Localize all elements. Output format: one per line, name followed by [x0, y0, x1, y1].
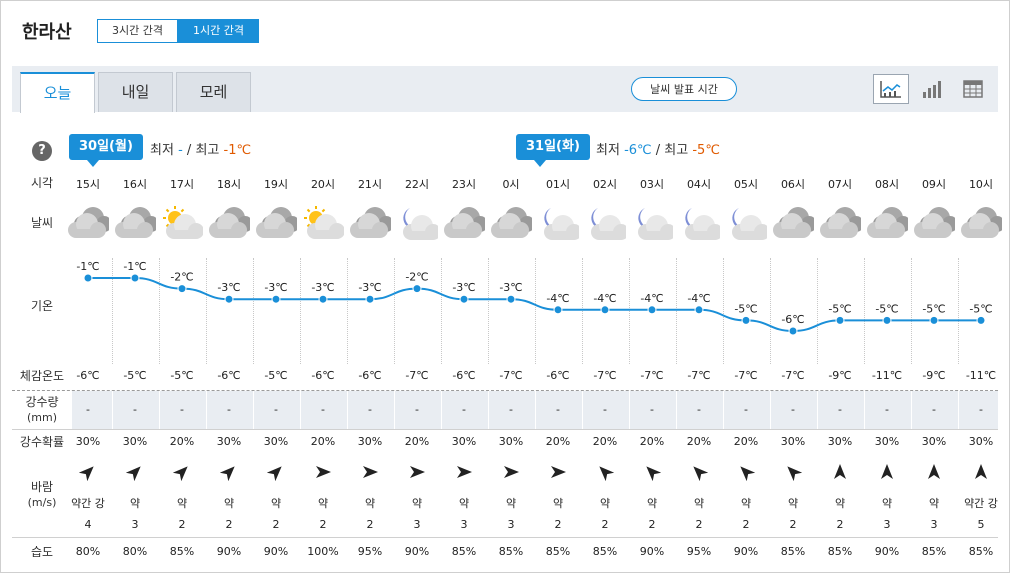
temperature-label: -3℃	[311, 281, 334, 294]
temperature-line-chart: -1℃ -1℃ -2℃ -3℃ -3℃ -3℃ -3℃ -2℃ -3℃ -3℃ -4℃ -4℃ -4℃ -…	[76, 260, 993, 336]
temperature-point	[412, 284, 422, 294]
temperature-label: -3℃	[452, 281, 475, 294]
temperature-label: -5℃	[828, 302, 851, 315]
temperature-label: -3℃	[499, 281, 522, 294]
temperature-point	[600, 305, 610, 315]
temperature-point	[459, 294, 469, 304]
temperature-point	[271, 294, 281, 304]
temperature-point	[929, 315, 939, 325]
temperature-label: -3℃	[358, 281, 381, 294]
temperature-label: -2℃	[405, 271, 428, 284]
temperature-label: -5℃	[922, 302, 945, 315]
temperature-point	[694, 305, 704, 315]
temperature-point	[318, 294, 328, 304]
temperature-label: -4℃	[687, 292, 710, 305]
temperature-point	[835, 315, 845, 325]
temperature-label: -4℃	[546, 292, 569, 305]
temperature-label: -3℃	[264, 281, 287, 294]
temperature-point	[553, 305, 563, 315]
temperature-label: -4℃	[593, 292, 616, 305]
temperature-label: -2℃	[170, 271, 193, 284]
temperature-point	[882, 315, 892, 325]
temperature-point	[506, 294, 516, 304]
temperature-point	[741, 315, 751, 325]
temperature-point	[224, 294, 234, 304]
temperature-point	[130, 273, 140, 283]
temperature-label: -1℃	[123, 260, 146, 273]
temperature-point	[83, 273, 93, 283]
temperature-label: -3℃	[217, 281, 240, 294]
temperature-point	[788, 326, 798, 336]
temperature-point	[365, 294, 375, 304]
temperature-label: -6℃	[781, 313, 804, 326]
temperature-label: -1℃	[76, 260, 99, 273]
temperature-label: -5℃	[875, 302, 898, 315]
temperature-point	[177, 284, 187, 294]
temperature-label: -5℃	[734, 302, 757, 315]
temperature-point	[976, 315, 986, 325]
temperature-point	[647, 305, 657, 315]
temperature-label: -4℃	[640, 292, 663, 305]
temperature-label: -5℃	[969, 302, 992, 315]
